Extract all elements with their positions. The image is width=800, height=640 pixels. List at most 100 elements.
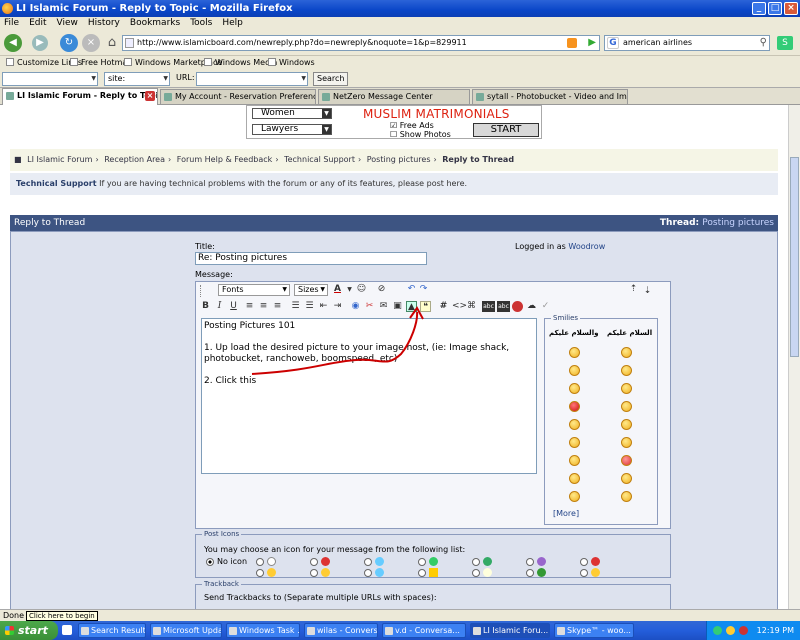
forward-button[interactable]: ▶ xyxy=(32,35,48,51)
back-button[interactable]: ◀ xyxy=(4,34,22,52)
minimize-button[interactable]: _ xyxy=(752,2,766,15)
reply-form-panel: Title: Re: Posting pictures Logged in as… xyxy=(10,231,778,609)
tab-photobucket[interactable]: sytall - Photobucket - Video and Imag... xyxy=(472,89,628,104)
menu-bookmarks[interactable]: Bookmarks xyxy=(130,18,180,28)
tab-favicon xyxy=(476,93,484,101)
matrimonial-banner-ad[interactable]: Women Lawyers MUSLIM MATRIMONIALS ☑ Free… xyxy=(246,105,542,139)
post-icon-radio[interactable] xyxy=(580,569,588,577)
page-content: Women Lawyers MUSLIM MATRIMONIALS ☑ Free… xyxy=(0,105,788,609)
banner-free-ads[interactable]: ☑ Free Ads xyxy=(390,121,434,130)
post-icon-radio[interactable] xyxy=(418,569,426,577)
quicklaunch-icon[interactable] xyxy=(62,625,72,635)
breadcrumb-link[interactable]: Forum Help & Feedback xyxy=(177,155,273,164)
page-scrollbar[interactable] xyxy=(788,105,800,609)
toolbar-search-button[interactable]: Search xyxy=(313,72,349,86)
post-icon-radio[interactable] xyxy=(472,569,480,577)
post-icon-radio[interactable] xyxy=(472,558,480,566)
home-icon[interactable]: ⌂ xyxy=(103,34,121,52)
post-icon-radio[interactable] xyxy=(526,558,534,566)
username-link[interactable]: Woodrow xyxy=(568,242,605,251)
clock[interactable]: 12:19 PM xyxy=(757,626,794,635)
no-icon-radio[interactable] xyxy=(206,558,214,566)
forum-description: If you are having technical problems wit… xyxy=(99,179,468,188)
task-vd-conversation[interactable]: v.d - Conversa... xyxy=(382,623,466,638)
maximize-button[interactable]: □ xyxy=(768,2,782,15)
window-title-bar[interactable]: LI Islamic Forum - Reply to Topic - Mozi… xyxy=(0,0,800,17)
site-select[interactable]: site: xyxy=(104,72,170,86)
menu-file[interactable]: File xyxy=(4,18,19,28)
go-arrow-icon[interactable]: ▶ xyxy=(588,36,596,50)
post-icon-radio[interactable] xyxy=(580,558,588,566)
breadcrumb-link[interactable]: Posting pictures xyxy=(367,155,431,164)
skype-icon[interactable]: S xyxy=(777,36,793,50)
title-label: Title: xyxy=(195,242,215,251)
menu-bar: File Edit View History Bookmarks Tools Help xyxy=(0,17,800,30)
task-wilas-conversation[interactable]: wilas - Convers... xyxy=(304,623,378,638)
breadcrumb-link[interactable]: LI Islamic Forum xyxy=(27,155,92,164)
bookmarks-toolbar: Customize Links Free Hotmail Windows Mar… xyxy=(0,56,800,70)
trackback-description: Send Trackbacks to (Separate multiple UR… xyxy=(204,593,437,602)
task-microsoft-update[interactable]: Microsoft Upda... xyxy=(150,623,222,638)
menu-history[interactable]: History xyxy=(88,18,120,28)
post-icon-radio[interactable] xyxy=(364,569,372,577)
bookmark-windows[interactable]: Windows xyxy=(268,56,315,70)
post-icon-thumbs xyxy=(591,568,600,577)
post-icon-radio[interactable] xyxy=(364,558,372,566)
breadcrumb: ■ LI Islamic Forum › Reception Area › Foru… xyxy=(10,149,778,171)
tab-favicon xyxy=(164,93,172,101)
banner-show-photos[interactable]: ☐ Show Photos xyxy=(390,130,451,139)
post-icons-description: You may choose an icon for your message … xyxy=(204,545,466,554)
thread-link[interactable]: Posting pictures xyxy=(702,218,774,228)
menu-help[interactable]: Help xyxy=(222,18,243,28)
banner-select-lawyers[interactable]: Lawyers xyxy=(252,124,332,135)
forum-home-icon[interactable]: ■ xyxy=(14,155,22,164)
tray-icon[interactable] xyxy=(713,626,722,635)
task-search-results[interactable]: Search Results xyxy=(78,623,146,638)
banner-select-women[interactable]: Women xyxy=(252,108,332,119)
menu-tools[interactable]: Tools xyxy=(190,18,212,28)
post-icon-radio[interactable] xyxy=(310,569,318,577)
menu-edit[interactable]: Edit xyxy=(29,18,46,28)
post-icon-warning xyxy=(429,568,438,577)
rss-feed-icon[interactable] xyxy=(567,38,577,48)
post-icon-radio[interactable] xyxy=(256,558,264,566)
close-tab-icon[interactable]: × xyxy=(145,91,155,101)
system-tray: 12:19 PM xyxy=(706,621,800,640)
task-windows-task-manager[interactable]: Windows Task ... xyxy=(226,623,300,638)
tab-my-account[interactable]: My Account - Reservation Preferences xyxy=(160,89,316,104)
search-toolbar: site: URL: Search xyxy=(0,70,800,88)
page-icon xyxy=(125,38,134,48)
close-window-button[interactable]: × xyxy=(784,2,798,15)
bookmark-windows-media[interactable]: Windows Media xyxy=(204,56,277,70)
post-icon-radio[interactable] xyxy=(310,558,318,566)
menu-view[interactable]: View xyxy=(57,18,78,28)
post-icon-radio[interactable] xyxy=(526,569,534,577)
tray-icon[interactable] xyxy=(739,626,748,635)
firefox-icon xyxy=(2,3,13,14)
task-skype[interactable]: Skype™ - woo... xyxy=(554,623,634,638)
reload-button[interactable]: ↻ xyxy=(60,34,78,52)
bookmark-free-hotmail[interactable]: Free Hotmail xyxy=(70,56,132,70)
tab-li-islamic-forum[interactable]: LI Islamic Forum - Reply to Topic × xyxy=(2,88,158,105)
google-icon[interactable]: G xyxy=(607,37,619,49)
post-icon-tongue xyxy=(483,557,492,566)
url-select[interactable] xyxy=(196,72,308,86)
tab-netzero[interactable]: NetZero Message Center xyxy=(318,89,470,104)
banner-start-button[interactable]: START xyxy=(473,123,539,137)
title-input[interactable]: Re: Posting pictures xyxy=(195,252,427,265)
start-button[interactable]: start xyxy=(0,621,58,640)
stop-button[interactable]: × xyxy=(82,34,100,52)
url-bar[interactable]: http://www.islamicboard.com/newreply.php… xyxy=(122,35,600,51)
breadcrumb-link[interactable]: Reception Area xyxy=(104,155,165,164)
post-icon-radio[interactable] xyxy=(418,558,426,566)
post-icon-question-blue xyxy=(375,568,384,577)
post-icon-radio[interactable] xyxy=(256,569,264,577)
tray-icon[interactable] xyxy=(726,626,735,635)
search-box[interactable]: G american airlines ⚲ xyxy=(604,35,770,51)
task-li-islamic-forum[interactable]: LI Islamic Foru... xyxy=(470,623,550,638)
breadcrumb-link[interactable]: Technical Support xyxy=(284,155,355,164)
search-toolbar-select[interactable] xyxy=(2,72,98,86)
search-icon[interactable]: ⚲ xyxy=(760,36,767,50)
trackback-fieldset: Trackback Send Trackbacks to (Separate m… xyxy=(195,580,671,609)
scrollbar-thumb[interactable] xyxy=(790,157,799,357)
